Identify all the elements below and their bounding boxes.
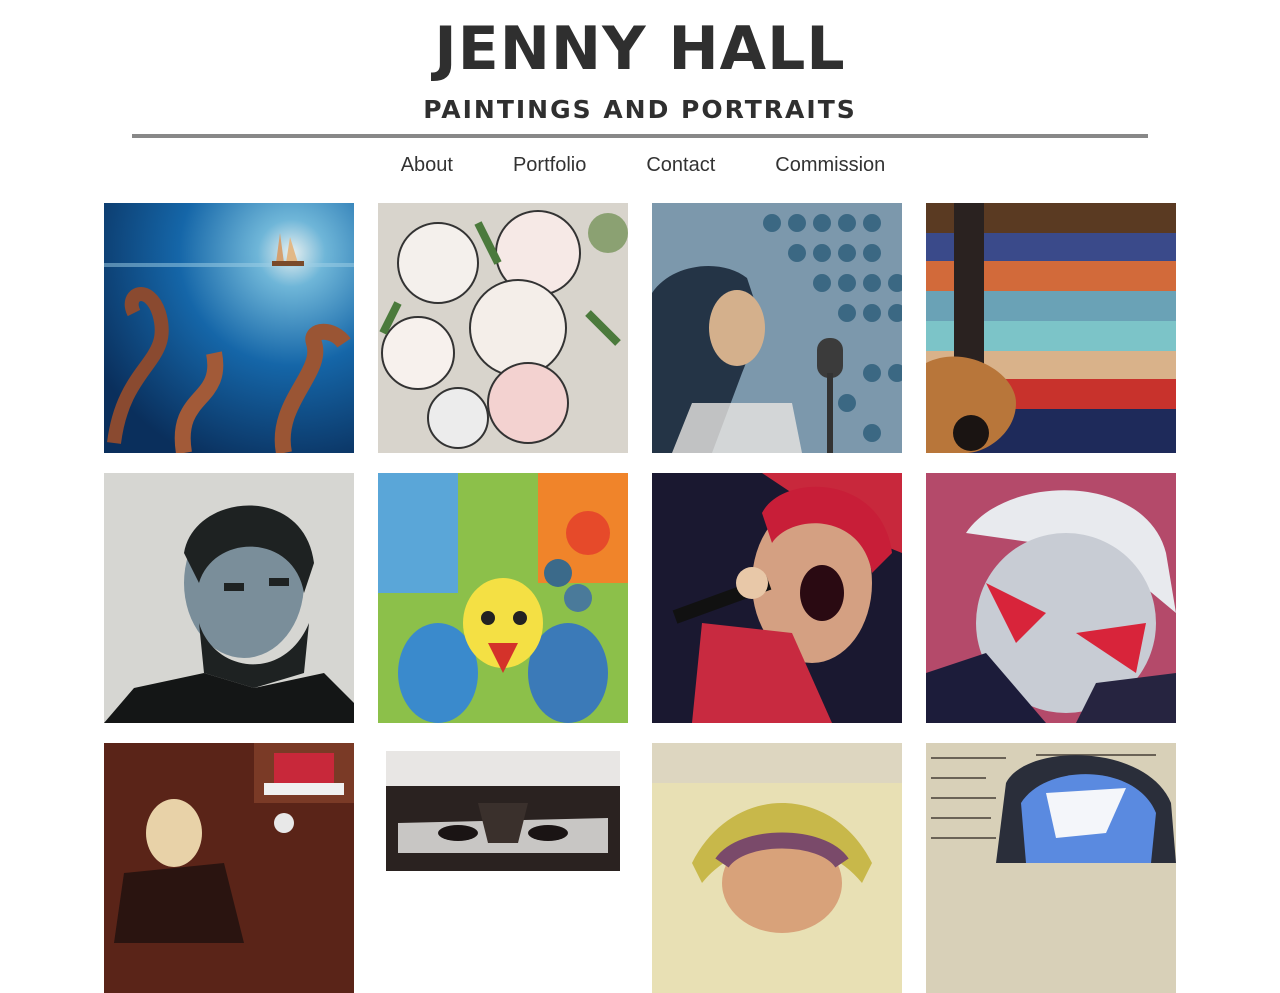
site-title[interactable]: JENNY HALL [0, 14, 1280, 84]
gallery-tile[interactable] [378, 203, 628, 453]
nav-contact[interactable]: Contact [646, 154, 715, 184]
gallery-tile[interactable] [652, 473, 902, 723]
main-nav: About Portfolio Contact Commission [0, 154, 1280, 184]
site-header: JENNY HALL PAINTINGS AND PORTRAITS About… [0, 0, 1280, 184]
rock-singer-portrait [652, 473, 902, 723]
gallery-tile[interactable] [378, 743, 628, 993]
gallery-grid [104, 203, 1176, 993]
gray-haired-man-portrait [926, 473, 1176, 723]
gallery-tile[interactable] [104, 473, 354, 723]
gallery-tile[interactable] [926, 473, 1176, 723]
jazz-singer-microphone-painting [652, 203, 902, 453]
nav-commission[interactable]: Commission [775, 154, 885, 184]
gallery-tile[interactable] [926, 743, 1176, 993]
woman-portrait-yellow [652, 743, 902, 993]
gallery-tile[interactable] [926, 203, 1176, 453]
gallery-tile[interactable] [378, 473, 628, 723]
newspaper-collage-portrait [926, 743, 1176, 993]
header-divider [132, 134, 1148, 138]
smiling-man-portrait [378, 743, 628, 993]
nav-about[interactable]: About [401, 154, 453, 184]
gallery-tile[interactable] [652, 743, 902, 993]
colorful-peacock-painting [378, 473, 628, 723]
man-with-camera-painting [104, 743, 354, 993]
bearded-man-portrait [104, 473, 354, 723]
gallery-tile[interactable] [104, 743, 354, 993]
gallery-tile[interactable] [652, 203, 902, 453]
site-subtitle: PAINTINGS AND PORTRAITS [423, 95, 857, 124]
guitar-stripes-painting [926, 203, 1176, 453]
gallery-tile[interactable] [104, 203, 354, 453]
rose-bouquet-painting [378, 203, 628, 453]
ocean-ship-tentacles-painting [104, 203, 354, 453]
nav-portfolio[interactable]: Portfolio [513, 154, 586, 184]
